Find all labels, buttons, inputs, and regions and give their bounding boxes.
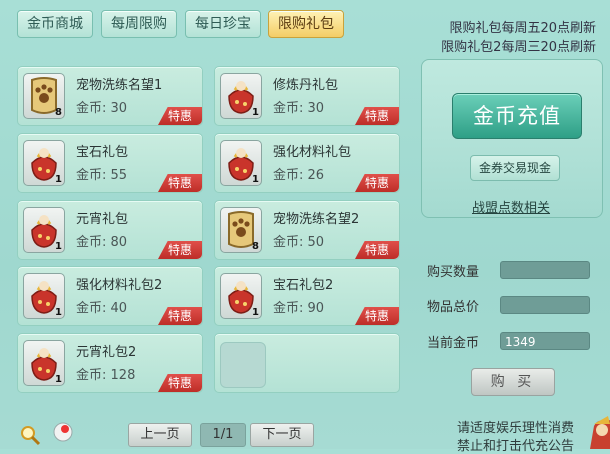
magnifier-icon[interactable] [19, 424, 41, 446]
item-price: 金币: 50 [273, 231, 324, 250]
price-value: 40 [110, 301, 128, 316]
item-quantity: 8 [252, 241, 259, 252]
refresh-notice-1: 限购礼包每周五20点刷新 [449, 21, 596, 36]
price-prefix: 金币: [76, 301, 107, 316]
item-quantity: 1 [55, 307, 62, 318]
item-slot[interactable]: 1 [220, 273, 262, 319]
discount-badge: 特惠 [355, 307, 399, 325]
current-coins-label: 当前金币 [427, 336, 480, 351]
item-name: 修炼丹礼包 [273, 78, 339, 93]
alliance-link[interactable]: 战盟点数相关 [472, 197, 550, 216]
discount-badge: 特惠 [355, 174, 399, 192]
item-name: 宠物洗练名望1 [76, 78, 163, 93]
price-value: 50 [307, 235, 325, 250]
gem-icon[interactable] [52, 421, 74, 443]
item-slot[interactable]: 1 [23, 140, 65, 186]
exchange-button[interactable]: 金券交易现金 [470, 155, 560, 181]
tab-weekly-limited[interactable]: 每周限购 [101, 10, 177, 38]
item-slot[interactable]: 1 [220, 140, 262, 186]
discount-badge: 特惠 [355, 107, 399, 125]
item-name: 强化材料礼包 [273, 145, 352, 160]
total-price-field [500, 296, 590, 314]
price-value: 30 [307, 101, 325, 116]
buy-button[interactable]: 购 买 [471, 368, 555, 396]
item-quantity: 1 [252, 174, 259, 185]
item-slot[interactable]: 8 [23, 73, 65, 119]
discount-badge: 特惠 [158, 307, 202, 325]
discount-badge: 特惠 [158, 107, 202, 125]
discount-badge: 特惠 [158, 241, 202, 259]
buy-qty-label: 购买数量 [427, 265, 480, 280]
empty-item-slot [214, 333, 400, 393]
tab-daily-treasure[interactable]: 每日珍宝 [185, 10, 261, 38]
price-value: 128 [110, 368, 136, 383]
buy-qty-field[interactable] [500, 261, 590, 279]
price-value: 55 [110, 168, 128, 183]
item-card[interactable]: 1 修炼丹礼包金币: 30 特惠 [214, 66, 400, 126]
item-quantity: 1 [252, 307, 259, 318]
current-coins-field: 1349 [500, 332, 590, 350]
item-price: 金币: 80 [76, 231, 127, 250]
item-slot[interactable]: 8 [220, 207, 262, 253]
tab-limited-gift[interactable]: 限购礼包 [268, 10, 344, 38]
item-slot[interactable]: 1 [220, 73, 262, 119]
item-price: 金币: 128 [76, 364, 135, 383]
item-card[interactable]: 1 元宵礼包金币: 80 特惠 [17, 200, 203, 260]
item-price: 金币: 90 [273, 297, 324, 316]
price-value: 90 [307, 301, 325, 316]
item-price: 金币: 30 [273, 97, 324, 116]
refresh-notice-2: 限购礼包2每周三20点刷新 [441, 40, 596, 55]
price-prefix: 金币: [76, 168, 107, 183]
character-portrait-icon [584, 412, 610, 449]
empty-slot-frame [220, 342, 266, 388]
item-quantity: 8 [55, 107, 62, 118]
price-prefix: 金币: [273, 101, 304, 116]
item-name: 宠物洗练名望2 [273, 212, 360, 227]
item-price: 金币: 55 [76, 164, 127, 183]
footer-notice-1: 请适度娱乐理性消费 [456, 421, 574, 436]
next-page-button[interactable]: 下一页 [250, 423, 314, 447]
discount-badge: 特惠 [158, 174, 202, 192]
price-prefix: 金币: [273, 235, 304, 250]
price-prefix: 金币: [273, 168, 304, 183]
item-card[interactable]: 1 宝石礼包2 金币: 90 特惠 [214, 266, 400, 326]
item-card[interactable]: 1 强化材料礼包 金币: 26 特惠 [214, 133, 400, 193]
item-name: 强化材料礼包2 [76, 278, 163, 293]
price-prefix: 金币: [76, 235, 107, 250]
price-prefix: 金币: [76, 101, 107, 116]
page-indicator: 1/1 [200, 423, 246, 447]
item-name: 宝石礼包2 [273, 278, 334, 293]
item-card[interactable]: 8 宠物洗练名望2 金币: 50 特惠 [214, 200, 400, 260]
price-value: 30 [110, 101, 128, 116]
price-value: 80 [110, 235, 128, 250]
item-quantity: 1 [55, 374, 62, 385]
item-quantity: 1 [55, 241, 62, 252]
item-price: 金币: 26 [273, 164, 324, 183]
item-card[interactable]: 8 宠物洗练名望1 金币: 30 特惠 [17, 66, 203, 126]
price-prefix: 金币: [76, 368, 107, 383]
item-slot[interactable]: 1 [23, 340, 65, 386]
tab-coin-mall[interactable]: 金币商城 [17, 10, 93, 38]
item-quantity: 1 [55, 174, 62, 185]
item-slot[interactable]: 1 [23, 273, 65, 319]
price-prefix: 金币: [273, 301, 304, 316]
recharge-button[interactable]: 金币充值 [452, 93, 582, 139]
item-card[interactable]: 1 强化材料礼包2 金币: 40 特惠 [17, 266, 203, 326]
item-name: 宝石礼包 [76, 145, 129, 160]
price-value: 26 [307, 168, 325, 183]
item-card[interactable]: 1 元宵礼包2 金币: 128 特惠 [17, 333, 203, 393]
item-price: 金币: 30 [76, 97, 127, 116]
total-price-label: 物品总价 [427, 300, 480, 315]
item-price: 金币: 40 [76, 297, 127, 316]
item-name: 元宵礼包 [76, 212, 129, 227]
item-quantity: 1 [252, 107, 259, 118]
discount-badge: 特惠 [355, 241, 399, 259]
item-card[interactable]: 1 宝石礼包金币: 55 特惠 [17, 133, 203, 193]
discount-badge: 特惠 [158, 374, 202, 392]
item-slot[interactable]: 1 [23, 207, 65, 253]
footer-notice-2: 禁止和打击代充公告 [456, 439, 574, 454]
prev-page-button[interactable]: 上一页 [128, 423, 192, 447]
item-name: 元宵礼包2 [76, 345, 137, 360]
